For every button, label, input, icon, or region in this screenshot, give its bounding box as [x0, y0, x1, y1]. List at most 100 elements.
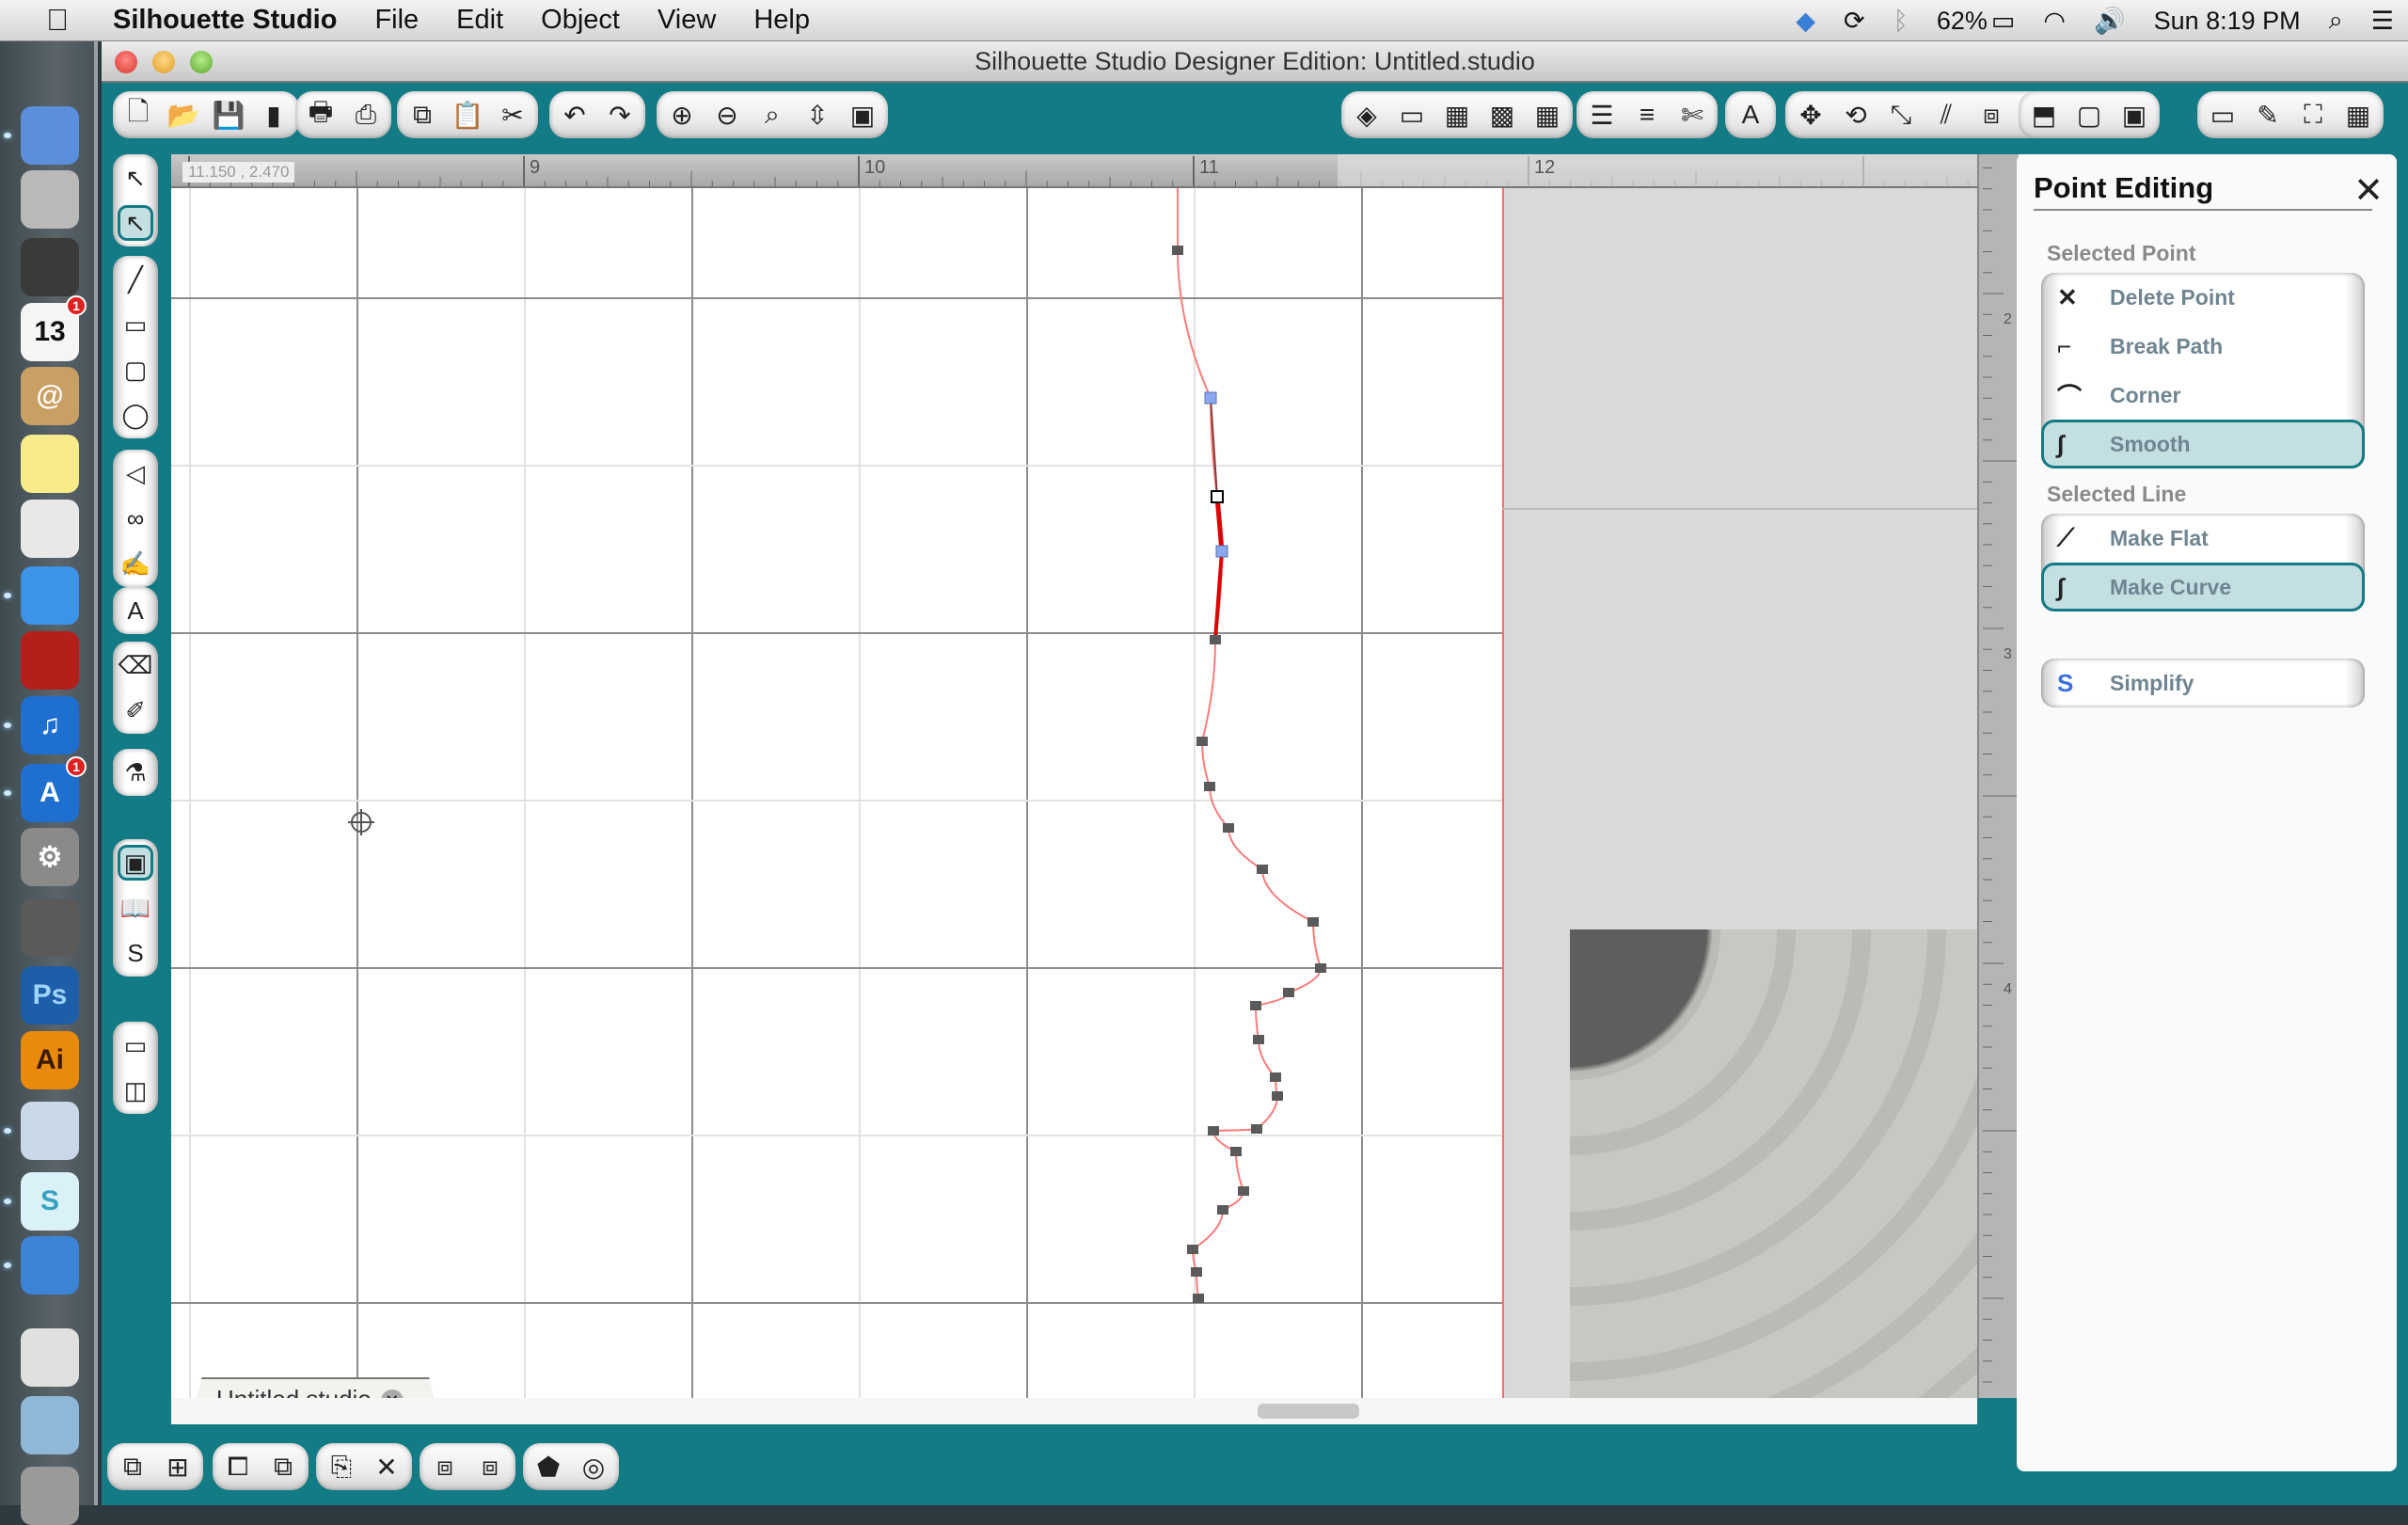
notification-center-icon[interactable]: ☰ [2357, 7, 2408, 36]
polygon-tool-icon[interactable]: ◁ [118, 455, 153, 491]
menu-app-name[interactable]: Silhouette Studio [94, 5, 356, 36]
save-icon[interactable]: 💾 [211, 97, 246, 133]
menu-view[interactable]: View [639, 5, 735, 36]
calendar-icon[interactable]: 13 1 [21, 294, 87, 361]
gradient-fill-icon[interactable]: ▭ [1394, 97, 1430, 133]
path-node[interactable] [1193, 1294, 1204, 1303]
preview-icon[interactable] [21, 1101, 79, 1160]
sketch-icon[interactable]: ✎ [2250, 97, 2286, 133]
path-node[interactable] [1307, 917, 1319, 927]
trash-icon[interactable] [21, 1467, 79, 1525]
volume-icon[interactable]: 🔊 [2080, 6, 2140, 36]
break-path-button[interactable]: ⌐ Break Path [2041, 322, 2365, 371]
notes-icon[interactable] [21, 435, 79, 494]
photobooth-icon[interactable] [21, 631, 79, 691]
text-style-icon[interactable]: A [1733, 97, 1768, 133]
text-tool-icon[interactable]: A [118, 593, 153, 628]
path-node[interactable] [1223, 823, 1234, 833]
save-to-sd-icon[interactable]: ▮ [256, 97, 292, 133]
dropbox-icon[interactable]: ◆ [1782, 7, 1830, 36]
path-node[interactable] [1315, 963, 1326, 973]
path-node[interactable] [1272, 1091, 1283, 1101]
zoom-in-icon[interactable]: ⊕ [664, 97, 700, 133]
close-window-button[interactable] [115, 51, 137, 73]
zoom-window-button[interactable] [190, 51, 213, 73]
redo-icon[interactable]: ↷ [602, 97, 638, 133]
path-node[interactable] [1257, 865, 1268, 874]
menu-edit[interactable]: Edit [437, 5, 522, 36]
freehand-tool-icon[interactable]: ✍ [118, 546, 153, 581]
cut-icon[interactable]: ✂ [495, 97, 531, 133]
path-node[interactable] [1253, 1035, 1264, 1044]
selected-path-node[interactable] [1211, 490, 1224, 503]
rocket-icon[interactable] [21, 170, 79, 230]
shear-icon[interactable]: ⫽ [1928, 97, 1964, 133]
release-compound-path-icon[interactable]: ⧉ [265, 1449, 301, 1485]
close-panel-icon[interactable]: ✕ [2353, 169, 2384, 212]
library-icon[interactable]: 📖 [118, 890, 153, 926]
folder-icon[interactable] [21, 1396, 79, 1455]
document-tab[interactable]: Untitled.studio ✕ [192, 1377, 439, 1398]
messages-icon[interactable] [21, 566, 79, 626]
smooth-button[interactable]: ∫ Smooth [2041, 420, 2365, 469]
delete-icon[interactable]: ✕ [369, 1449, 404, 1485]
online-store-icon[interactable]: S [118, 935, 153, 971]
simplify-button[interactable]: S Simplify [2041, 659, 2365, 707]
edit-points-icon[interactable]: ↖ [118, 205, 153, 241]
checklist-icon[interactable] [21, 499, 79, 558]
send-to-silhouette-icon[interactable]: ⎙ [348, 97, 384, 133]
cut-style-icon[interactable]: ✄ [1674, 97, 1710, 133]
paste-icon[interactable]: 📋 [450, 97, 485, 133]
zoom-out-icon[interactable]: ⊖ [709, 97, 745, 133]
gear-icon[interactable]: ⚙ [21, 828, 79, 887]
menu-file[interactable]: File [356, 5, 437, 36]
print-icon[interactable]: 🖶 [303, 97, 339, 133]
path-node[interactable] [1270, 1072, 1281, 1082]
knife-tool-icon[interactable]: ✐ [118, 692, 153, 728]
path-node[interactable] [1230, 1147, 1242, 1156]
rounded-rect-tool-icon[interactable]: ▢ [118, 352, 153, 388]
line-tool-icon[interactable]: ╱ [118, 262, 153, 297]
path-node[interactable] [1217, 1205, 1228, 1215]
apple-menu-icon[interactable]:  [34, 3, 81, 38]
corner-button[interactable]: ⌒ Corner [2041, 371, 2365, 420]
path-node[interactable] [1196, 737, 1208, 746]
fit-to-page-icon[interactable]: ▣ [845, 97, 880, 133]
make-flat-button[interactable]: ⟋ Make Flat [2041, 514, 2365, 563]
rectangle-tool-icon[interactable]: ▭ [118, 307, 153, 342]
grid-icon[interactable]: ▦ [2340, 97, 2376, 133]
bezier-handle[interactable] [1204, 391, 1217, 405]
path-node[interactable] [1210, 635, 1221, 644]
clock[interactable]: Sun 8:19 PM [2140, 7, 2315, 36]
page-setup-icon[interactable]: ▭ [2205, 97, 2241, 133]
duplicate-icon[interactable]: ⎘ [324, 1449, 359, 1485]
select-arrow-icon[interactable]: ↖ [118, 160, 153, 196]
curve-tool-icon[interactable]: ∞ [118, 500, 153, 536]
fill-grid-icon[interactable]: ▦ [1529, 97, 1565, 133]
spotlight-icon[interactable]: ⌕ [2315, 6, 2357, 36]
send-to-back-icon[interactable]: ⧈ [472, 1449, 508, 1485]
bring-to-front-icon[interactable]: ⧈ [427, 1449, 463, 1485]
weld-icon[interactable]: ⬟ [531, 1449, 566, 1485]
bluetooth-icon[interactable]: ᛒ [1879, 7, 1923, 36]
trace-icon[interactable]: ▣ [2116, 97, 2152, 133]
ellipse-tool-icon[interactable]: ◯ [118, 397, 153, 433]
path-node[interactable] [1191, 1267, 1202, 1277]
path-node[interactable] [1204, 782, 1215, 791]
close-tab-icon[interactable]: ✕ [380, 1390, 404, 1398]
document-stack-icon[interactable] [21, 1328, 79, 1388]
new-document-icon[interactable]: 🗋 [120, 97, 156, 133]
align-icon[interactable]: ⧈ [1973, 97, 2009, 133]
design-area-icon[interactable]: ▣ [118, 845, 153, 881]
open-folder-icon[interactable]: 📂 [166, 97, 201, 133]
zoom-select-icon[interactable]: ⌕ [754, 97, 790, 133]
finder-icon[interactable] [21, 105, 79, 165]
minimize-window-button[interactable] [152, 51, 175, 73]
path-node[interactable] [1251, 1124, 1262, 1134]
pattern-fill-icon[interactable]: ▦ [1439, 97, 1475, 133]
ungroup-icon[interactable]: ⊞ [160, 1449, 196, 1485]
line-color-icon[interactable]: ☰ [1584, 97, 1620, 133]
menu-object[interactable]: Object [522, 5, 639, 36]
horizontal-scroll-thumb[interactable] [1258, 1404, 1359, 1419]
rotate-icon[interactable]: ⟲ [1838, 97, 1874, 133]
